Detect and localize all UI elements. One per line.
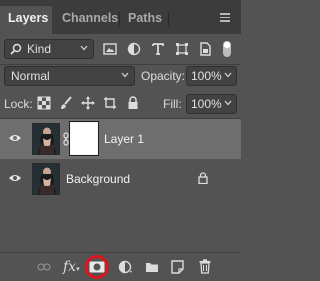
layers-panel: Layers Channels Paths Kind Normal Opacit… [0,0,241,281]
layer-row-background[interactable]: Background [0,159,241,199]
image-filter-icon[interactable] [103,42,117,56]
fill-label: Fill: [163,97,182,111]
bottom-toolbar: fx▾ [0,252,241,281]
fx-icon[interactable]: fx▾ [63,259,80,275]
filter-kind-dropdown[interactable]: Kind [4,39,94,59]
layer-name[interactable]: Layer 1 [104,132,144,146]
search-icon [10,43,22,55]
chevron-down-icon [80,45,88,51]
lock-image-pixels-icon[interactable] [59,96,73,110]
layer-mask-thumbnail[interactable] [69,121,99,156]
lock-row: Lock: Fill: 100% [0,91,241,117]
link-mask-icon[interactable] [63,132,69,146]
opacity-value: 100% [191,69,222,83]
tab-separator [168,12,169,26]
lock-icon [198,172,208,184]
blend-mode-dropdown[interactable]: Normal [4,66,135,86]
fill-value: 100% [191,97,222,111]
visibility-eye-icon[interactable] [8,133,22,143]
lock-label: Lock: [4,97,33,111]
tab-bar: Layers Channels Paths [0,0,241,34]
layer-thumbnail [32,123,60,155]
trash-icon[interactable] [199,259,211,274]
type-filter-icon[interactable] [151,42,165,56]
tab-paths[interactable]: Paths [120,6,168,34]
lock-transparent-pixels-icon[interactable] [37,96,51,110]
opacity-label: Opacity: [141,69,186,83]
group-folder-icon[interactable] [145,261,159,273]
lock-all-icon[interactable] [126,96,140,110]
new-layer-icon[interactable] [171,260,184,274]
filter-toggle-icon[interactable] [222,40,232,58]
adjustment-filter-icon[interactable] [127,42,141,56]
chevron-down-icon [224,72,232,78]
filter-kind-label: Kind [27,42,52,56]
chevron-down-icon [121,72,129,78]
tab-layers[interactable]: Layers [0,6,52,34]
lock-position-icon[interactable] [81,96,95,110]
adjustment-layer-icon[interactable] [118,260,134,274]
visibility-eye-icon[interactable] [8,173,22,183]
blend-mode-value: Normal [11,69,50,83]
layer-thumbnail [32,163,60,195]
link-layers-icon[interactable] [37,263,51,271]
smart-object-filter-icon[interactable] [198,42,212,56]
chevron-down-icon [224,100,232,106]
fill-input[interactable]: 100% [186,94,237,114]
opacity-input[interactable]: 100% [186,66,237,86]
layer-row-layer-1[interactable]: Layer 1 [0,119,241,159]
panel-menu-icon[interactable] [220,13,230,22]
tab-channels[interactable]: Channels [54,6,120,34]
shape-filter-icon[interactable] [175,42,189,56]
layer-name[interactable]: Background [66,172,130,186]
lock-artboard-icon[interactable] [103,96,117,110]
filter-row: Kind [0,34,241,64]
highlight-ring [85,255,109,279]
blend-row: Normal Opacity: 100% [0,64,241,90]
